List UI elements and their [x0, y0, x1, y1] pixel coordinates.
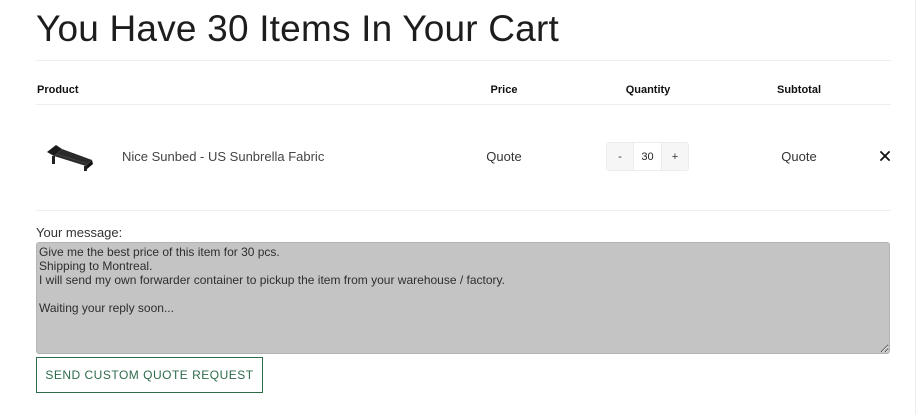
- quantity-increment-button[interactable]: +: [662, 143, 688, 170]
- quantity-stepper: - +: [606, 142, 689, 171]
- page-title: You Have 30 Items In Your Cart: [36, 8, 559, 49]
- column-header-quantity: Quantity: [625, 84, 671, 96]
- column-header-product: Product: [37, 84, 79, 96]
- column-header-subtotal: Subtotal: [777, 84, 821, 96]
- divider: [36, 60, 891, 61]
- divider: [36, 210, 891, 211]
- quantity-decrement-button[interactable]: -: [607, 143, 633, 170]
- product-name-link[interactable]: Nice Sunbed - US Sunbrella Fabric: [122, 149, 324, 164]
- divider: [36, 104, 891, 105]
- cart-page: You Have 30 Items In Your Cart Product P…: [0, 0, 923, 414]
- item-subtotal: Quote: [781, 149, 817, 164]
- item-price: Quote: [486, 149, 522, 164]
- divider: [915, 0, 916, 414]
- message-textarea[interactable]: Give me the best price of this item for …: [36, 242, 890, 354]
- message-label: Your message:: [36, 225, 123, 240]
- close-icon[interactable]: [878, 149, 892, 163]
- column-header-price: Price: [490, 84, 518, 96]
- sunbed-image[interactable]: [44, 140, 96, 174]
- quantity-input[interactable]: [633, 143, 662, 170]
- send-quote-request-button[interactable]: SEND CUSTOM QUOTE REQUEST: [36, 357, 263, 393]
